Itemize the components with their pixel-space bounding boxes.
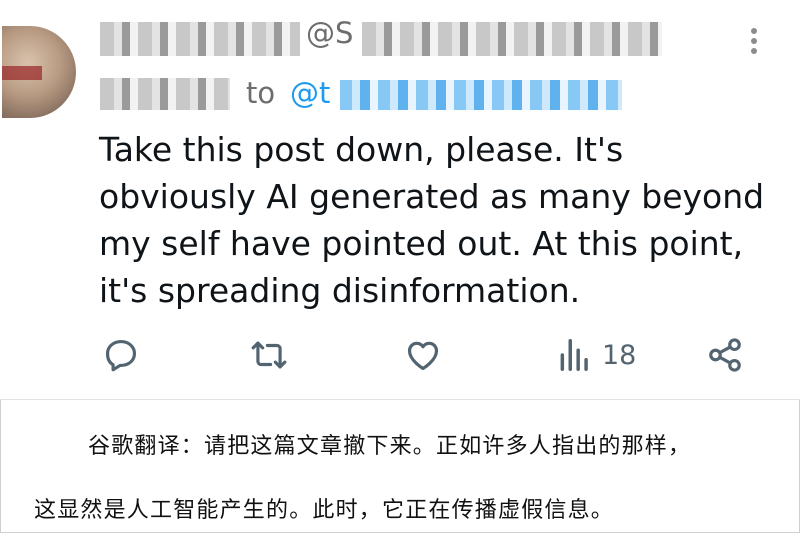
translation-line-2: 这显然是人工智能产生的。此时，它正在传播虚假信息。: [34, 498, 615, 523]
author-handle[interactable]: @S: [306, 16, 353, 50]
tweet-body-line: it's spreading disinformation.: [99, 271, 581, 310]
views-button[interactable]: 18: [556, 332, 636, 378]
replying-to-row: to @t: [100, 74, 740, 114]
tweet-body-line: Take this post down, please. It's: [99, 130, 624, 169]
retweet-icon: [251, 341, 287, 369]
avatar[interactable]: [2, 26, 76, 118]
tweet-card: @S to @t Take this post down, please. It…: [0, 0, 800, 400]
views-count: 18: [602, 339, 637, 371]
more-options-icon[interactable]: [744, 24, 764, 64]
redacted-replying-label: [100, 78, 230, 110]
tweet-body: Take this post down, please. It's obviou…: [99, 126, 779, 314]
redacted-reply-handle: [340, 80, 622, 110]
share-icon: [709, 338, 741, 372]
action-bar: 18: [0, 332, 800, 382]
translation-caption: 谷歌翻译：请把这篇文章撤下来。正如许多人指出的那样， 这显然是人工智能产生的。此…: [0, 400, 800, 533]
share-button[interactable]: [706, 332, 744, 378]
tweet-body-line: my self have pointed out. At this point,: [99, 224, 744, 263]
retweet-button[interactable]: [250, 332, 288, 378]
reply-button[interactable]: [102, 332, 140, 378]
redacted-handle: [362, 22, 662, 56]
translation-line-1: 谷歌翻译：请把这篇文章撤下来。正如许多人指出的那样，: [88, 434, 692, 459]
reply-handle-link[interactable]: @t: [290, 76, 330, 110]
tweet-body-line: obviously AI generated as many beyond: [99, 177, 765, 216]
redacted-display-name: [100, 22, 300, 56]
heart-icon: [407, 341, 439, 371]
like-button[interactable]: [404, 332, 442, 378]
views-bar-chart-icon: [560, 339, 588, 371]
reply-bubble-icon: [105, 339, 137, 372]
replying-to-label: to: [246, 76, 276, 110]
